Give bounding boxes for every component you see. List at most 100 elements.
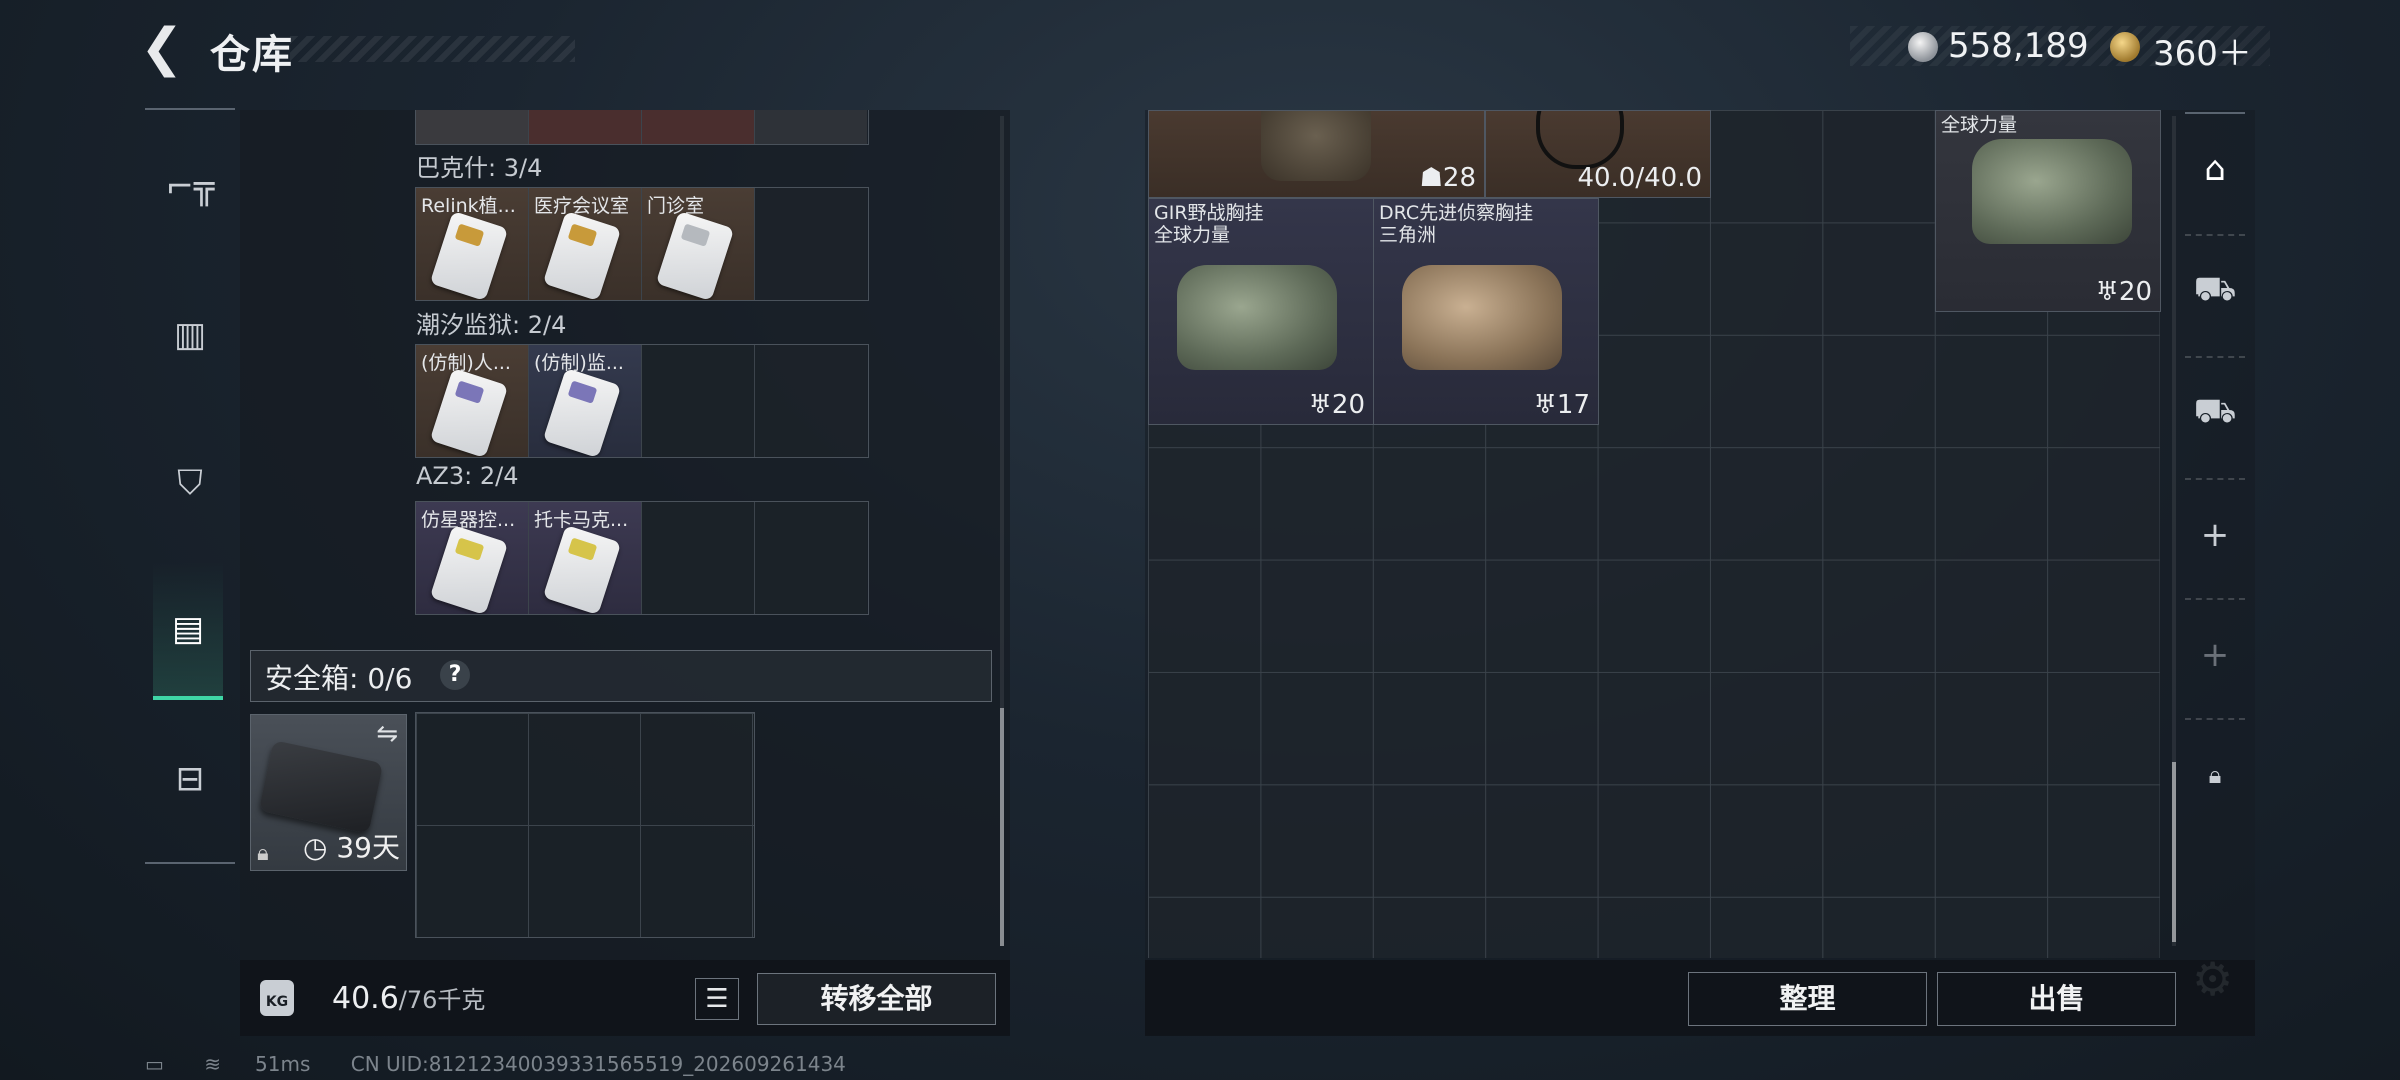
bag-image: [1177, 265, 1337, 370]
empty-slot[interactable]: [642, 345, 755, 457]
partial-key-row: [415, 110, 869, 145]
safe-box-label: 安全箱: 0/6: [265, 662, 413, 695]
key-card-item[interactable]: 门诊室: [642, 188, 755, 300]
list-icon: ☰: [705, 984, 729, 1014]
backpack-image: [1261, 111, 1371, 181]
ghost-icon: ☗: [1419, 163, 1443, 193]
empty-slot[interactable]: [755, 502, 867, 614]
key-grid-az3: 仿星器控... 托卡马克...: [415, 501, 869, 615]
plus-dim-icon: +: [2200, 635, 2230, 675]
item-durability: 40.0/40.0: [1577, 163, 1702, 193]
item-capacity: ☗28: [1419, 163, 1476, 193]
backpack-icon: ⛉: [177, 463, 203, 503]
keycard-icon: [429, 524, 509, 614]
weight-icon: KG: [260, 980, 294, 1016]
add-storage-tab-button-disabled: +: [2185, 598, 2245, 710]
key-card-item[interactable]: Relink植...: [416, 188, 529, 300]
key-card-item[interactable]: 托卡马克...: [529, 502, 642, 614]
keycard-icon: [542, 367, 622, 457]
group-label-bakesh: 巴克什: 3/4: [416, 154, 543, 182]
gold-amount[interactable]: 360＋: [2153, 26, 2252, 75]
gold-coin-icon: [2110, 32, 2140, 62]
weight-display: 40.6/76千克: [332, 981, 486, 1016]
safe-box-grid[interactable]: [415, 712, 755, 938]
swap-icon[interactable]: ⇋: [376, 719, 398, 749]
key-grid-tide-prison: (仿制)人... (仿制)监...: [415, 344, 869, 458]
locked-storage-tab[interactable]: 🔒︎: [2185, 718, 2245, 830]
item-capacity: ♅20: [2095, 277, 2152, 307]
list-view-button[interactable]: ☰: [695, 978, 739, 1020]
key-card-item[interactable]: (仿制)监...: [529, 345, 642, 457]
safe-box-case[interactable]: ⇋ 🔒︎ ◷ 39天: [250, 714, 407, 871]
keycard-icon: [429, 210, 509, 300]
add-storage-tab-button[interactable]: +: [2185, 478, 2245, 590]
storage-item-gir-chest-rig[interactable]: GIR野战胸挂 全球力量 ♅20: [1148, 198, 1374, 425]
group-label-az3: AZ3: 2/4: [416, 462, 519, 490]
lock-icon: 🔒︎: [257, 841, 269, 866]
keycard-icon: [542, 524, 622, 614]
rig-image: [1536, 111, 1624, 169]
title-decoration: [290, 36, 575, 62]
storage-item-backpack[interactable]: ☗28: [1148, 110, 1485, 198]
bag-image: [1402, 265, 1562, 370]
help-icon[interactable]: ?: [440, 660, 470, 690]
bag-image: [1972, 139, 2132, 244]
slot-iii-icon: ⛟: [2193, 268, 2237, 309]
battery-icon: ▭: [145, 1052, 164, 1076]
left-scrollbar[interactable]: [1000, 708, 1004, 946]
rail-toolbox[interactable]: ⊟: [145, 734, 235, 824]
group-label-tide-prison: 潮汐监狱: 2/4: [416, 311, 567, 339]
empty-slot[interactable]: [642, 502, 755, 614]
rail-weapons[interactable]: ⌐╦: [145, 142, 235, 232]
category-rail: ⌐╦ ▥ ⛉ ▤ ⊟: [145, 108, 235, 864]
ping-value: 51ms: [255, 1052, 311, 1076]
vest-small-icon: ♅: [1308, 390, 1332, 420]
key-card-item[interactable]: 医疗会议室: [529, 188, 642, 300]
rail-container[interactable]: ▤: [153, 562, 223, 700]
storage-item-corner-bag[interactable]: 全球力量 ♅20: [1935, 110, 2161, 312]
page-title: 仓库: [210, 32, 294, 78]
helmet-icon: ⌂: [2204, 149, 2226, 189]
vest-small-icon: ♅: [2095, 277, 2119, 307]
key-card-item[interactable]: (仿制)人...: [416, 345, 529, 457]
container-icon: ▤: [171, 609, 205, 649]
toolbox-icon: ⊟: [175, 759, 205, 799]
sell-button[interactable]: 出售: [1937, 972, 2176, 1026]
keycard-icon: [655, 210, 735, 300]
right-scrollbar[interactable]: [2172, 762, 2176, 942]
storage-tab-1[interactable]: ⌂: [2185, 112, 2245, 224]
storage-tab-4[interactable]: ⛟: [2185, 356, 2245, 468]
back-button[interactable]: ❮: [140, 22, 190, 74]
vest-small-icon: ♅: [1533, 390, 1557, 420]
key-grid-bakesh: Relink植... 医疗会议室 门诊室: [415, 187, 869, 301]
keycard-icon: [542, 210, 622, 300]
sort-button[interactable]: 整理: [1688, 972, 1927, 1026]
status-bar: ▭ ≋ 51ms CN UID:81212340039331565519_2026…: [145, 1052, 880, 1076]
storage-item-rig[interactable]: 40.0/40.0: [1485, 110, 1711, 198]
briefcase-icon: [258, 740, 384, 834]
key-card-item[interactable]: 仿星器控...: [416, 502, 529, 614]
gun-icon: ⌐╦: [165, 167, 215, 207]
rail-backpack[interactable]: ⛉: [145, 438, 235, 528]
item-capacity: ♅20: [1308, 390, 1365, 420]
transfer-all-button[interactable]: 转移全部: [757, 973, 996, 1025]
currency-display: 558,189 360＋: [1850, 26, 2270, 74]
uid-text: CN UID:81212340039331565519_202609261434: [350, 1052, 846, 1076]
silver-coin-icon: [1908, 32, 1938, 62]
vest-icon: ▥: [173, 315, 207, 355]
safe-box-timer: ◷ 39天: [303, 831, 400, 864]
silver-amount: 558,189: [1948, 26, 2089, 66]
empty-slot[interactable]: [755, 345, 867, 457]
keycard-icon: [429, 367, 509, 457]
clock-icon: ◷: [303, 831, 328, 864]
empty-slot[interactable]: [755, 188, 867, 300]
storage-tab-3[interactable]: ⛟: [2185, 234, 2245, 346]
storage-item-drc-chest-rig[interactable]: DRC先进侦察胸挂 三角洲 ♅17: [1373, 198, 1599, 425]
storage-tab-rail: ⌂ ⛟ ⛟ + + 🔒︎: [2185, 112, 2245, 872]
rail-vest[interactable]: ▥: [145, 290, 235, 380]
item-capacity: ♅17: [1533, 390, 1590, 420]
lock-icon: 🔒︎: [2208, 761, 2222, 789]
plus-icon: +: [2200, 515, 2230, 555]
back-arrow-icon: ❮: [140, 18, 184, 78]
slot-iv-icon: ⛟: [2193, 390, 2237, 431]
